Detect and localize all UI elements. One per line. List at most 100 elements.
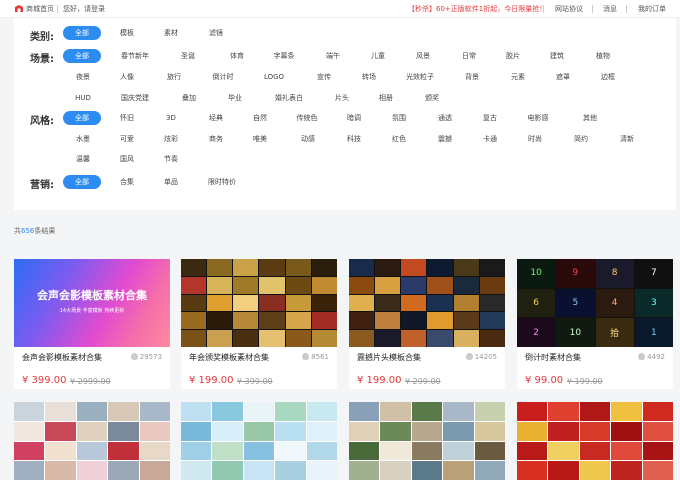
thumbnail-collage	[181, 259, 337, 347]
scene-pill[interactable]: 圣诞	[173, 49, 203, 63]
style-pill[interactable]: 复古	[478, 111, 502, 125]
product-card[interactable]: 会声会影模板素材合集 14大场景 丰富模板 持续更新 会声会影模板素材合集 29…	[14, 259, 170, 389]
scene-pill[interactable]: 建筑	[542, 49, 572, 63]
divider	[626, 5, 627, 13]
category-all-pill[interactable]: 全部	[63, 26, 101, 40]
scene-pill[interactable]: 日常	[454, 49, 484, 63]
marketing-pill[interactable]: 单品	[159, 175, 183, 189]
scene-pill[interactable]: 人像	[115, 70, 139, 84]
style-pill[interactable]: 动感	[296, 132, 320, 146]
messages-link[interactable]: 消息	[603, 4, 617, 14]
style-pill[interactable]: 通透	[433, 111, 457, 125]
style-pill[interactable]: 氛围	[387, 111, 411, 125]
style-pill[interactable]: 清新	[615, 132, 639, 146]
marketing-pill[interactable]: 合集	[115, 175, 139, 189]
scene-pill[interactable]: 字幕条	[266, 49, 302, 63]
style-pill[interactable]: 传统色	[292, 111, 322, 125]
scene-pill[interactable]: 转场	[354, 70, 384, 84]
scene-pill[interactable]: 儿童	[363, 49, 393, 63]
style-pill[interactable]: 电影感	[523, 111, 553, 125]
style-pill[interactable]: 经典	[204, 111, 228, 125]
product-thumbnail[interactable]: 会声会影模板素材合集 14大场景 丰富模板 持续更新	[14, 259, 170, 347]
product-title[interactable]: 倒计时素材合集	[525, 352, 581, 363]
product-card-thumbnail[interactable]	[14, 402, 170, 480]
my-orders-link[interactable]: 我的订单	[638, 4, 666, 14]
scene-pill[interactable]: 遮罩	[548, 70, 578, 84]
style-pill[interactable]: 自然	[248, 111, 272, 125]
scene-pill[interactable]: 元素	[503, 70, 533, 84]
product-card-thumbnail[interactable]	[181, 402, 337, 480]
scene-pill[interactable]: 片头	[327, 91, 357, 105]
scene-pill[interactable]: 旅行	[159, 70, 189, 84]
scene-pill[interactable]: 夜景	[71, 70, 95, 84]
product-card[interactable]: 年会颁奖模板素材合集 8561 ¥ 199.00 ¥ 399.00	[181, 259, 337, 389]
scene-pill[interactable]: 国庆党建	[115, 91, 155, 105]
like-icon	[638, 353, 646, 360]
scene-pill[interactable]: 端午	[318, 49, 348, 63]
product-card-thumbnail[interactable]	[517, 402, 673, 480]
category-filter-pill[interactable]: 滤镜	[204, 26, 228, 40]
scene-pill[interactable]: 倒计时	[205, 70, 241, 84]
scene-all-pill[interactable]: 全部	[63, 49, 101, 63]
scene-pill[interactable]: LOGO	[259, 70, 289, 84]
site-agreement-link[interactable]: 网站协议	[555, 4, 583, 14]
product-thumbnail[interactable]: 10 9 8 7 6 5 4 3 2 10 拾 1	[517, 259, 673, 347]
product-card-thumbnail[interactable]	[349, 402, 505, 480]
style-pill[interactable]: 可爱	[115, 132, 139, 146]
scene-pill[interactable]: 背景	[457, 70, 487, 84]
style-pill[interactable]: 简约	[569, 132, 593, 146]
scene-pill[interactable]: 边框	[593, 70, 623, 84]
countdown-tile: 7	[634, 259, 673, 288]
style-pill[interactable]: 其他	[578, 111, 602, 125]
style-all-pill[interactable]: 全部	[63, 111, 101, 125]
category-template-pill[interactable]: 模板	[115, 26, 139, 40]
style-pill[interactable]: 怀旧	[115, 111, 139, 125]
promo-link[interactable]: 【秒杀】60+正版软件1折起，今日限量抢！	[408, 4, 546, 14]
scene-pill[interactable]: 颁奖	[417, 91, 447, 105]
scene-pill[interactable]: 宣传	[309, 70, 339, 84]
style-pill[interactable]: 唯美	[248, 132, 272, 146]
scene-pill[interactable]: 叠加	[174, 91, 204, 105]
scene-pill[interactable]: 春节新年	[115, 49, 155, 63]
style-pill[interactable]: 节奏	[159, 152, 183, 166]
marketing-all-pill[interactable]: 全部	[63, 175, 101, 189]
store-home-link[interactable]: 商城首页	[26, 4, 54, 14]
scene-pill[interactable]: 体育	[222, 49, 252, 63]
product-card[interactable]: 震撼片头模板合集 14205 ¥ 199.00 ¥ 299.00	[349, 259, 505, 389]
style-pill[interactable]: 炫彩	[159, 132, 183, 146]
scene-pill[interactable]: 毕业	[220, 91, 250, 105]
scene-pill[interactable]: 胶片	[498, 49, 528, 63]
product-thumbnail[interactable]	[181, 259, 337, 347]
scene-pill[interactable]: 植物	[588, 49, 618, 63]
style-pill[interactable]: 暗调	[342, 111, 366, 125]
style-pill[interactable]: 时尚	[523, 132, 547, 146]
category-material-pill[interactable]: 素材	[159, 26, 183, 40]
like-number: 4492	[647, 353, 665, 361]
style-pill[interactable]: 红色	[387, 132, 411, 146]
style-pill[interactable]: 水墨	[71, 132, 95, 146]
style-pill[interactable]: 商务	[204, 132, 228, 146]
like-icon	[465, 353, 473, 360]
style-pill[interactable]: 科技	[342, 132, 366, 146]
product-card[interactable]: 10 9 8 7 6 5 4 3 2 10 拾 1 倒计时素材合集 4492 ¥…	[517, 259, 673, 389]
style-pill[interactable]: 震撼	[433, 132, 457, 146]
scene-label: 场景:	[30, 54, 54, 65]
marketing-pill[interactable]: 限时特价	[204, 175, 240, 189]
scene-pill[interactable]: 婚礼表白	[267, 91, 311, 105]
store-logo-icon	[15, 5, 23, 12]
login-link[interactable]: 您好，请登录	[63, 4, 105, 14]
scene-pill[interactable]: 风景	[408, 49, 438, 63]
style-pill[interactable]: 温馨	[71, 152, 95, 166]
scene-pill[interactable]: HUD	[69, 91, 97, 105]
product-thumbnail[interactable]	[349, 259, 505, 347]
product-title[interactable]: 震撼片头模板合集	[357, 352, 421, 363]
product-price: ¥ 99.00	[525, 375, 564, 386]
scene-pill[interactable]: 光效粒子	[399, 70, 441, 84]
style-pill[interactable]: 3D	[159, 111, 183, 125]
style-pill[interactable]: 国风	[115, 152, 139, 166]
style-pill[interactable]: 卡通	[478, 132, 502, 146]
product-title[interactable]: 会声会影模板素材合集	[22, 352, 102, 363]
scene-pill[interactable]: 相册	[371, 91, 401, 105]
product-title[interactable]: 年会颁奖模板素材合集	[189, 352, 269, 363]
result-number: 656	[21, 227, 35, 235]
